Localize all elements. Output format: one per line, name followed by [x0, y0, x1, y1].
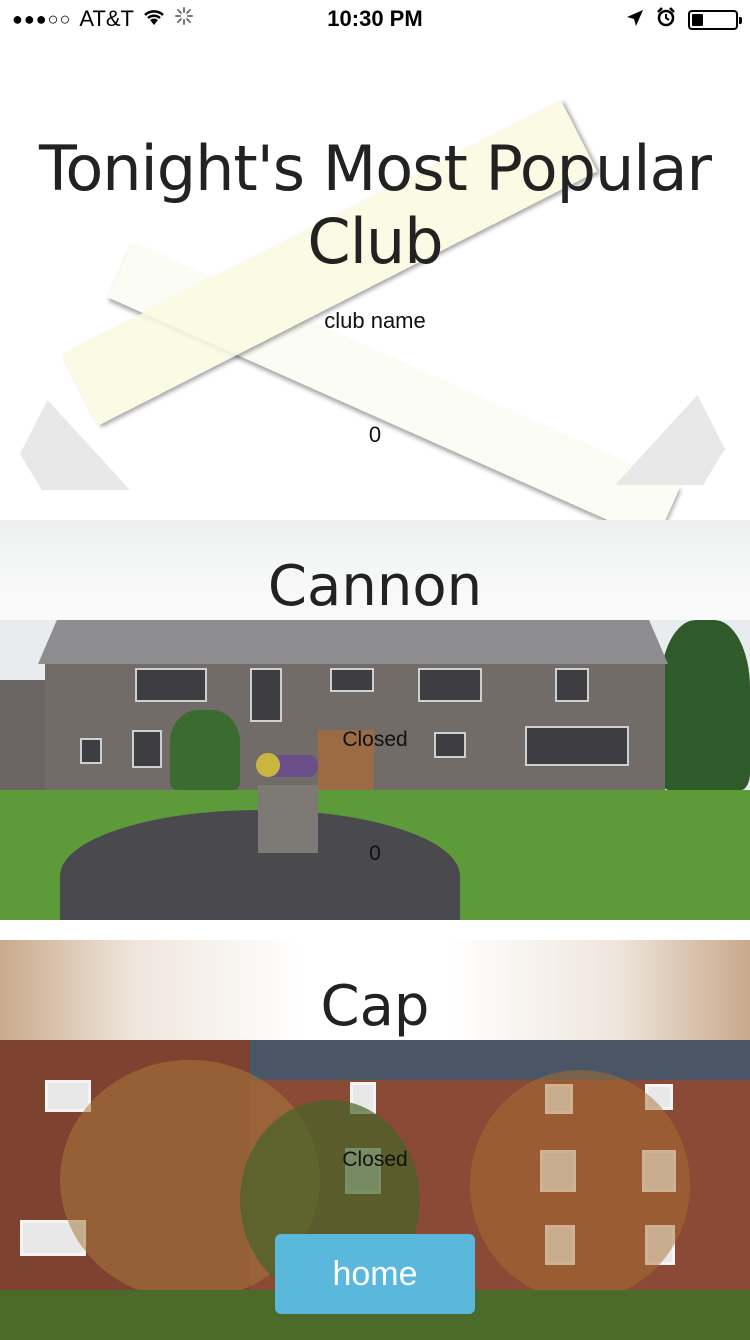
club-name: Cap [320, 974, 430, 1039]
club-status: Closed [342, 1148, 408, 1171]
home-button[interactable]: home [275, 1234, 475, 1314]
spotlight-beam-icon [107, 242, 681, 520]
location-arrow-icon [626, 7, 644, 33]
popular-title: Tonight's Most Popular Club [38, 132, 712, 278]
club-count: 0 [369, 842, 381, 865]
club-name: Cannon [267, 554, 483, 619]
club-card-cannon[interactable]: Cannon Closed 0 [0, 520, 750, 920]
status-bar: ●●●○○ AT&T 10:30 PM [0, 0, 750, 40]
popular-club-count: 0 [368, 422, 382, 447]
club-header: Cannon [0, 520, 750, 620]
battery-level [692, 14, 703, 26]
battery-icon [688, 10, 742, 30]
club-header: Cap [0, 940, 750, 1040]
club-photo-cannon [0, 620, 750, 920]
club-status: Closed [342, 728, 408, 751]
popular-club-panel[interactable]: Tonight's Most Popular Club club name 0 [0, 40, 750, 520]
status-right [626, 7, 742, 33]
popular-club-name: club name [324, 308, 426, 333]
alarm-clock-icon [656, 7, 676, 33]
